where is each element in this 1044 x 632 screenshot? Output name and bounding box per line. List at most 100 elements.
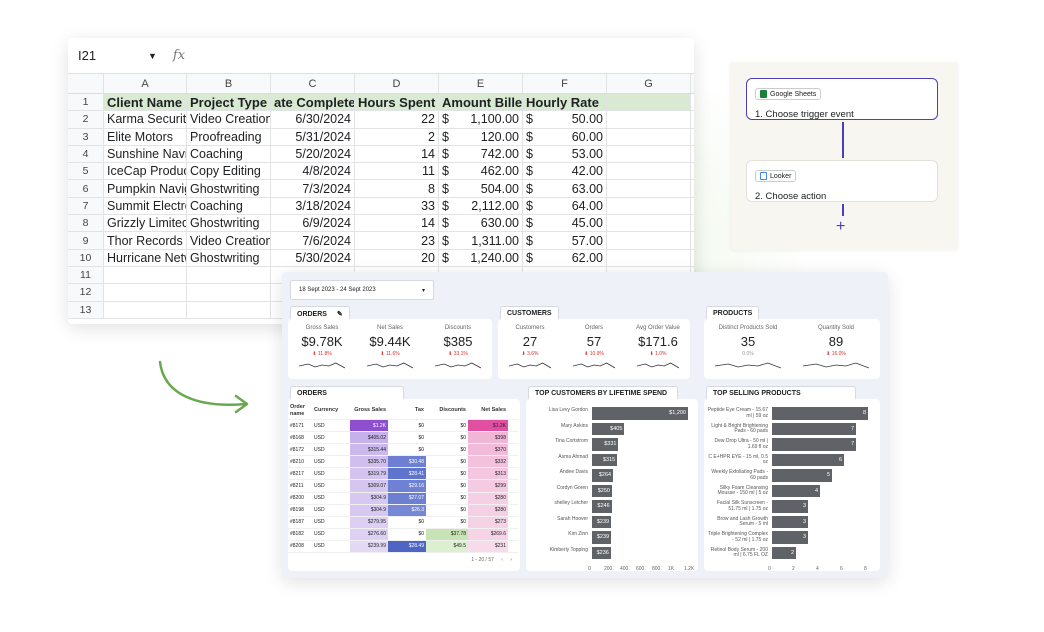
cell-date[interactable]: 6/30/2024: [271, 111, 355, 128]
cell-hours[interactable]: 11: [355, 163, 439, 180]
cell-date[interactable]: 5/20/2024: [271, 145, 355, 163]
cell-project-type[interactable]: Ghostwriting: [187, 215, 271, 232]
row-number[interactable]: 11: [68, 266, 104, 284]
cell-rate[interactable]: $42.00: [523, 163, 607, 180]
row-number[interactable]: 13: [68, 301, 104, 318]
cell-rate[interactable]: $53.00: [523, 145, 607, 163]
header-cell[interactable]: Project Type: [187, 94, 271, 111]
cell-rate[interactable]: $60.00: [523, 128, 607, 145]
cell-client-name[interactable]: Elite Motors: [104, 128, 187, 145]
table-row[interactable]: #8198 USD $304.9 $26.3 $0 $280: [288, 504, 518, 517]
table-row[interactable]: #8168 USD $405.02 $0 $0 $398: [288, 432, 518, 445]
column-header[interactable]: Net Sales: [468, 402, 508, 419]
cell-date[interactable]: 7/3/2024: [271, 180, 355, 197]
row-number[interactable]: 3: [68, 128, 104, 145]
cell-rate[interactable]: $64.00: [523, 197, 607, 215]
cell-hours[interactable]: 14: [355, 215, 439, 232]
pencil-icon[interactable]: ✎: [337, 311, 343, 318]
row-number[interactable]: 9: [68, 232, 104, 249]
cell-client-name[interactable]: Grizzly Limited: [104, 215, 187, 232]
cell-project-type[interactable]: Proofreading: [187, 128, 271, 145]
column-header-e[interactable]: E: [439, 74, 523, 93]
cell-date[interactable]: 5/30/2024: [271, 249, 355, 266]
header-cell[interactable]: Client Name: [104, 94, 187, 111]
cell-project-type[interactable]: Coaching: [187, 197, 271, 215]
cell[interactable]: [607, 94, 691, 111]
cell[interactable]: [607, 215, 691, 232]
column-header-b[interactable]: B: [187, 74, 271, 93]
chevron-right-icon[interactable]: ›: [510, 557, 512, 563]
cell-client-name[interactable]: Pumpkin Naviga: [104, 180, 187, 197]
cell-date[interactable]: 5/31/2024: [271, 128, 355, 145]
cell-date[interactable]: 6/9/2024: [271, 215, 355, 232]
add-step-icon[interactable]: +: [836, 218, 845, 236]
row-number[interactable]: 8: [68, 215, 104, 232]
cell-client-name[interactable]: Summit Electron: [104, 197, 187, 215]
cell-amount[interactable]: $2,112.00: [439, 197, 523, 215]
table-row[interactable]: #8200 USD $304.9 $27.07 $0 $280: [288, 492, 518, 505]
cell[interactable]: [104, 266, 187, 284]
cell-amount[interactable]: $630.00: [439, 215, 523, 232]
cell-date[interactable]: 3/18/2024: [271, 197, 355, 215]
cell[interactable]: [187, 266, 271, 284]
cell-rate[interactable]: $57.00: [523, 232, 607, 249]
cell-project-type[interactable]: Ghostwriting: [187, 249, 271, 266]
cell-amount[interactable]: $462.00: [439, 163, 523, 180]
cell[interactable]: [607, 163, 691, 180]
cell-project-type[interactable]: Copy Editing: [187, 163, 271, 180]
action-step[interactable]: Looker 2. Choose action: [746, 160, 938, 202]
cell-client-name[interactable]: Karma Security: [104, 111, 187, 128]
row-number[interactable]: 6: [68, 180, 104, 197]
cell[interactable]: [607, 111, 691, 128]
row-number[interactable]: 2: [68, 111, 104, 128]
cell-amount[interactable]: $1,240.00: [439, 249, 523, 266]
cell-hours[interactable]: 14: [355, 145, 439, 163]
cell[interactable]: [607, 180, 691, 197]
cell-hours[interactable]: 23: [355, 232, 439, 249]
header-cell[interactable]: ate Complete: [271, 94, 355, 111]
cell[interactable]: [104, 284, 187, 301]
date-range-selector[interactable]: 18 Sept 2023 - 24 Sept 2023 ▾: [290, 280, 434, 300]
cell-project-type[interactable]: Video Creation: [187, 232, 271, 249]
row-number[interactable]: 10: [68, 249, 104, 266]
cell-client-name[interactable]: Thor Records: [104, 232, 187, 249]
column-header-c[interactable]: C: [271, 74, 355, 93]
pagination[interactable]: 1 - 20 / 57 ‹ ›: [471, 557, 512, 563]
table-row[interactable]: #8211 USD $309.07 $29.16 $0 $299: [288, 480, 518, 493]
table-row[interactable]: #8208 USD $239.99 $28.49 $49.5 $231: [288, 540, 518, 554]
table-row[interactable]: #8210 USD $335.70 $30.48 $0 $332: [288, 456, 518, 469]
row-number[interactable]: 5: [68, 163, 104, 180]
cell-amount[interactable]: $742.00: [439, 145, 523, 163]
cell-amount[interactable]: $504.00: [439, 180, 523, 197]
header-cell[interactable]: Amount Billec: [439, 94, 523, 111]
row-number[interactable]: 12: [68, 284, 104, 301]
cell-amount[interactable]: $1,311.00: [439, 232, 523, 249]
column-header-f[interactable]: F: [523, 74, 607, 93]
cell-hours[interactable]: 33: [355, 197, 439, 215]
column-header[interactable]: Order name: [288, 402, 314, 419]
table-row[interactable]: #8217 USD $319.79 $28.41 $0 $313: [288, 468, 518, 481]
table-row[interactable]: #8182 USD $276.60 $0 $37.78 $269.6: [288, 528, 518, 541]
cell[interactable]: [187, 301, 271, 318]
row-number[interactable]: 1: [68, 94, 104, 111]
column-header-g[interactable]: G: [607, 74, 691, 93]
cell[interactable]: [607, 128, 691, 145]
chevron-down-icon[interactable]: ▼: [148, 51, 157, 61]
row-number[interactable]: 4: [68, 145, 104, 163]
cell[interactable]: [607, 249, 691, 266]
cell-hours[interactable]: 20: [355, 249, 439, 266]
table-row[interactable]: #8187 USD $279.95 $0 $0 $273: [288, 516, 518, 529]
cell-project-type[interactable]: Video Creation: [187, 111, 271, 128]
cell-hours[interactable]: 8: [355, 180, 439, 197]
cell-hours[interactable]: 2: [355, 128, 439, 145]
cell-reference-box[interactable]: I21: [78, 48, 148, 63]
header-cell[interactable]: Hourly Rate: [523, 94, 607, 111]
cell-rate[interactable]: $62.00: [523, 249, 607, 266]
cell-rate[interactable]: $63.00: [523, 180, 607, 197]
chevron-left-icon[interactable]: ‹: [501, 557, 503, 563]
column-header-d[interactable]: D: [355, 74, 439, 93]
cell-hours[interactable]: 22: [355, 111, 439, 128]
cell[interactable]: [104, 301, 187, 318]
cell-rate[interactable]: $50.00: [523, 111, 607, 128]
cell-date[interactable]: 7/6/2024: [271, 232, 355, 249]
